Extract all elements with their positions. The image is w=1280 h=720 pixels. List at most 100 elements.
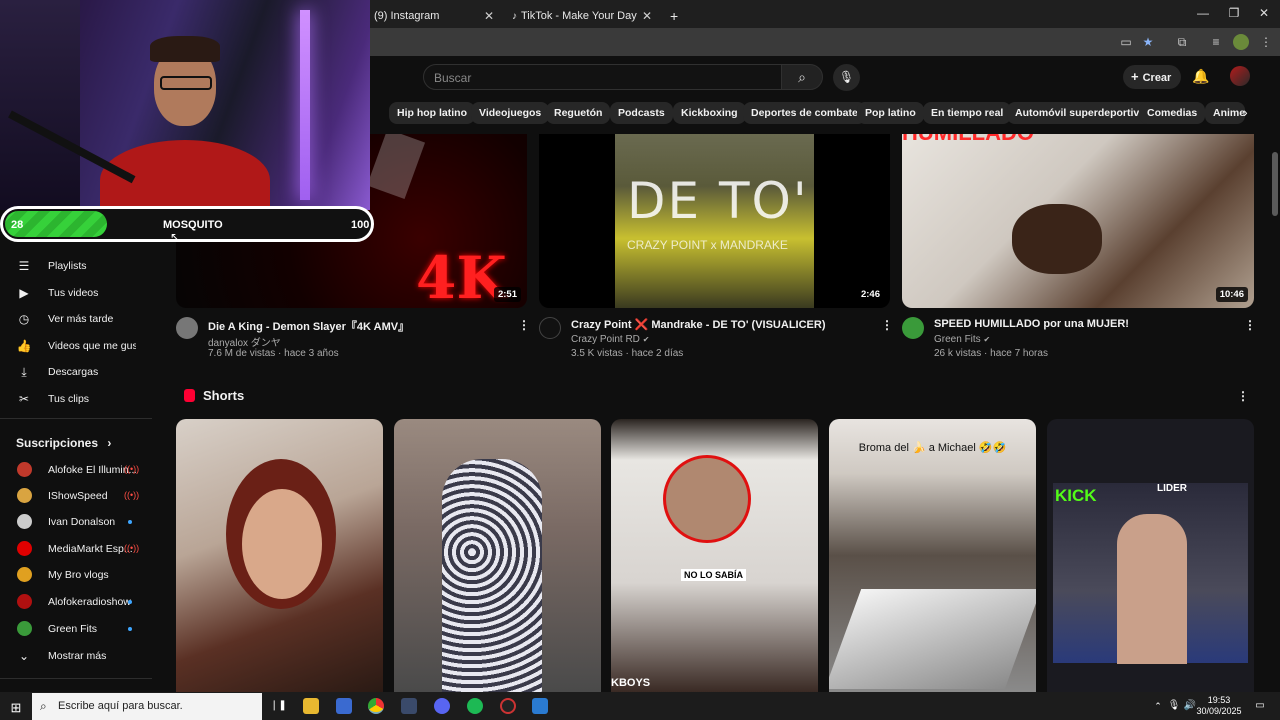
sidebar-item-your-videos[interactable]: ▶ Tus videos: [0, 282, 160, 304]
sidebar-item-label: My Bro vlogs: [48, 569, 109, 581]
chip[interactable]: Podcasts: [610, 102, 673, 124]
obs-icon[interactable]: [500, 698, 516, 714]
bookmark-star-icon[interactable]: ★: [1140, 34, 1156, 50]
channel-avatar[interactable]: [176, 317, 198, 339]
thumbnail-art: [366, 134, 426, 200]
profile-icon[interactable]: [1233, 34, 1249, 50]
plus-icon: +: [1131, 69, 1139, 84]
video-channel[interactable]: danyalox ダンヤ: [208, 334, 281, 349]
avatar[interactable]: [1230, 66, 1250, 86]
restore-button[interactable]: ❐: [1224, 6, 1244, 20]
live-icon: ((•)): [124, 464, 140, 474]
sidebar-item-liked-videos[interactable]: 👍 Videos que me gus...: [0, 335, 160, 357]
discord-icon[interactable]: [434, 698, 450, 714]
short-caption: KICK: [1055, 486, 1097, 505]
video-title[interactable]: Crazy Point ❌ Mandrake - DE TO' (VISUALI…: [571, 318, 825, 331]
app-icon[interactable]: [401, 698, 417, 714]
file-explorer-icon[interactable]: [303, 698, 319, 714]
chevron-right-icon[interactable]: ›: [1243, 104, 1248, 120]
app-icon[interactable]: [532, 698, 548, 714]
channel-avatar: [17, 541, 32, 556]
search-input[interactable]: Buscar: [423, 64, 783, 90]
short-thumbnail[interactable]: [394, 419, 601, 692]
more-options-icon[interactable]: ⋮: [1237, 389, 1249, 403]
taskbar-clock[interactable]: 19:53 30/09/2025: [1196, 695, 1242, 717]
spotify-icon[interactable]: [467, 698, 483, 714]
video-channel[interactable]: Green Fits ✔: [934, 334, 990, 345]
short-thumbnail[interactable]: KICK LIDER: [1047, 419, 1254, 692]
sidebar-item-label: Ver más tarde: [48, 313, 114, 325]
health-current: 28: [11, 219, 24, 231]
close-tab-icon[interactable]: ✕: [642, 9, 652, 23]
create-button[interactable]: + Crear: [1123, 65, 1181, 89]
video-title[interactable]: SPEED HUMILLADO por una MUJER!: [934, 318, 1129, 330]
media-controls-icon[interactable]: ≡: [1208, 34, 1224, 50]
chip[interactable]: En tiempo real: [923, 102, 1012, 124]
channel-avatar[interactable]: [902, 317, 924, 339]
short-thumbnail[interactable]: Broma del 🍌 a Michael 🤣🤣: [829, 419, 1036, 692]
taskbar-search-input[interactable]: ⌕ Escribe aquí para buscar.: [32, 693, 262, 720]
channel-avatar: [17, 462, 32, 477]
subscriptions-heading[interactable]: Suscripciones ›: [16, 436, 111, 450]
tab-tiktok[interactable]: ♪ TikTok - Make Your Day ✕: [504, 4, 658, 28]
sidebar-subscription[interactable]: My Bro vlogs: [0, 564, 160, 586]
sidebar-subscription[interactable]: IShowSpeed ((•)): [0, 485, 160, 507]
video-title[interactable]: Die A King - Demon Slayer『4K AMV』: [208, 318, 409, 334]
sidebar: ☰ Playlists ▶ Tus videos ◷ Ver más tarde…: [0, 240, 160, 692]
chip[interactable]: Reguetón: [546, 102, 611, 124]
sidebar-subscription[interactable]: Alofoke El Illumin... ((•)): [0, 459, 160, 481]
health-max: 100: [351, 219, 370, 231]
search-icon: ⌕: [40, 699, 47, 713]
show-more-button[interactable]: ⌄ Mostrar más: [0, 645, 160, 667]
new-content-dot: [128, 627, 132, 631]
sidebar-item-downloads[interactable]: ⤓ Descargas: [0, 361, 160, 383]
short-thumbnail[interactable]: [176, 419, 383, 692]
chevron-down-icon: ⌄: [18, 649, 30, 663]
menu-kebab-icon[interactable]: ⋮: [1258, 34, 1274, 50]
voice-search-button[interactable]: 🎙: [833, 64, 860, 91]
chip[interactable]: Automóvil superdeportivo: [1007, 102, 1154, 124]
sidebar-subscription[interactable]: Alofokeradioshow: [0, 591, 160, 613]
task-view-icon[interactable]: ❘❚: [270, 698, 287, 714]
chip[interactable]: Pop latino: [857, 102, 924, 124]
sidebar-item-watch-later[interactable]: ◷ Ver más tarde: [0, 308, 160, 330]
video-duration: 2:51: [493, 287, 521, 302]
bell-icon[interactable]: 🔔: [1192, 68, 1209, 85]
sidebar-subscription[interactable]: Green Fits: [0, 618, 160, 640]
close-window-button[interactable]: ✕: [1254, 6, 1274, 20]
short-thumbnail[interactable]: NO LO SABÍA KBOYS: [611, 419, 818, 692]
chip[interactable]: Kickboxing: [673, 102, 746, 124]
chevron-up-icon[interactable]: ⌃: [1150, 698, 1166, 714]
video-thumbnail[interactable]: DE TO' CRAZY POINT x MANDRAKE 2:46: [539, 134, 890, 308]
sidebar-item-clips[interactable]: ✂ Tus clips: [0, 388, 160, 410]
more-options-icon[interactable]: ⋮: [1244, 318, 1256, 332]
chip[interactable]: Videojuegos: [471, 102, 550, 124]
channel-avatar[interactable]: [539, 317, 561, 339]
sidebar-item-playlists[interactable]: ☰ Playlists: [0, 255, 160, 277]
new-tab-button[interactable]: +: [662, 4, 686, 28]
search-button[interactable]: ⌕: [781, 64, 823, 90]
sidebar-subscription[interactable]: MediaMarkt Esp... ((•)): [0, 538, 160, 560]
store-icon[interactable]: [336, 698, 352, 714]
tab-instagram[interactable]: (9) Instagram ✕: [366, 4, 500, 28]
windows-start-icon[interactable]: ⊞: [8, 700, 24, 716]
chip[interactable]: Deportes de combate: [743, 102, 866, 124]
notifications-icon[interactable]: ▭: [1252, 698, 1268, 714]
chip[interactable]: Anime: [1205, 102, 1245, 124]
sidebar-divider: [0, 418, 152, 419]
video-meta: 26 k vistas · hace 7 horas: [934, 348, 1048, 359]
chip[interactable]: Comedias: [1139, 102, 1206, 124]
microphone-icon[interactable]: 🎙: [1166, 698, 1182, 714]
minimize-button[interactable]: —: [1193, 6, 1213, 20]
video-thumbnail[interactable]: HUMILLADO 10:46: [902, 134, 1254, 308]
cast-icon[interactable]: ▭: [1118, 34, 1134, 50]
scrollbar-thumb[interactable]: [1272, 152, 1278, 216]
chip[interactable]: Hip hop latino: [389, 102, 475, 124]
close-tab-icon[interactable]: ✕: [484, 9, 494, 23]
chrome-icon[interactable]: [368, 698, 384, 714]
more-options-icon[interactable]: ⋮: [518, 318, 530, 332]
sidebar-subscription[interactable]: Ivan Donalson: [0, 511, 160, 533]
extensions-icon[interactable]: ⧉: [1174, 34, 1190, 50]
video-channel[interactable]: Crazy Point RD ✔: [571, 334, 649, 345]
more-options-icon[interactable]: ⋮: [881, 318, 893, 332]
